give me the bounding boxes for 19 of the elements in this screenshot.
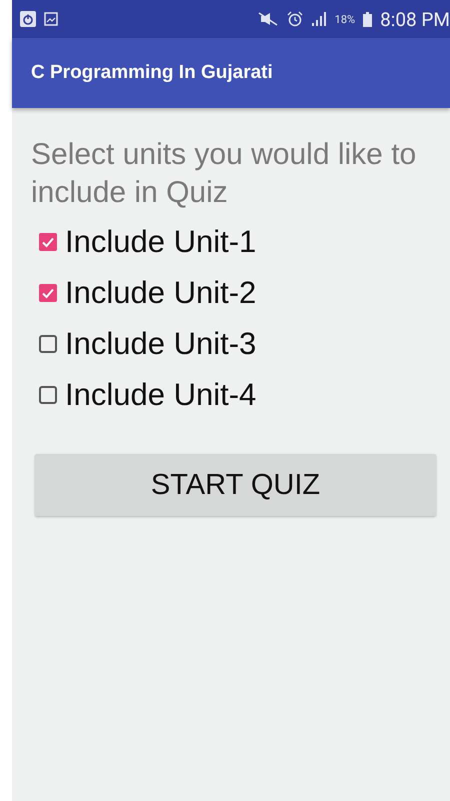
power-icon (20, 11, 36, 27)
signal-icon (310, 12, 327, 26)
alarm-icon (286, 11, 303, 27)
clock-time: 8:08 PM (380, 8, 450, 30)
checkbox[interactable] (39, 284, 57, 302)
instruction-text: Select units you would like to include in Quiz (31, 137, 418, 211)
checkbox-label[interactable]: Include Unit-3 (65, 326, 256, 362)
checkbox[interactable] (39, 334, 57, 352)
app-title: C Programming In Gujarati (31, 62, 273, 84)
battery-icon (363, 12, 372, 26)
battery-percent: 18% (334, 12, 356, 26)
mute-icon (256, 12, 279, 26)
checkbox-label[interactable]: Include Unit-2 (65, 274, 256, 310)
image-icon (44, 12, 58, 26)
checkbox[interactable] (39, 386, 57, 404)
checkbox[interactable] (39, 232, 57, 250)
checkbox-label[interactable]: Include Unit-4 (65, 376, 256, 412)
start-quiz-button[interactable]: START QUIZ (35, 454, 436, 516)
checkbox-label[interactable]: Include Unit-1 (65, 224, 256, 260)
